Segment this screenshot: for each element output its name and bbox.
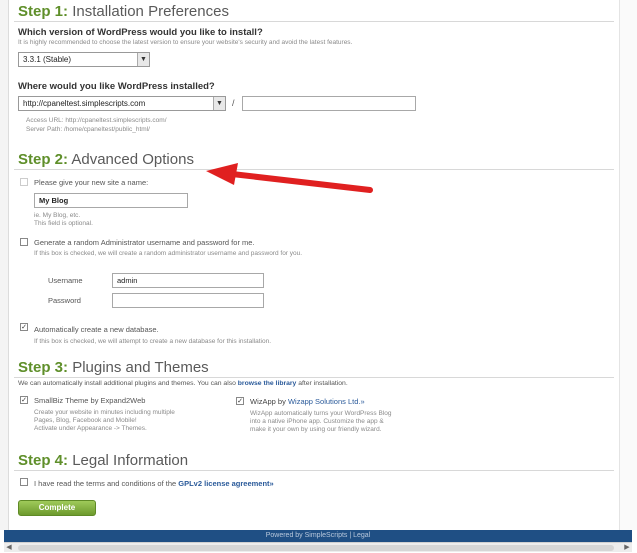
arrow-shaft	[229, 171, 373, 193]
arrow-head	[206, 163, 238, 185]
red-arrow-annotation	[206, 163, 373, 193]
